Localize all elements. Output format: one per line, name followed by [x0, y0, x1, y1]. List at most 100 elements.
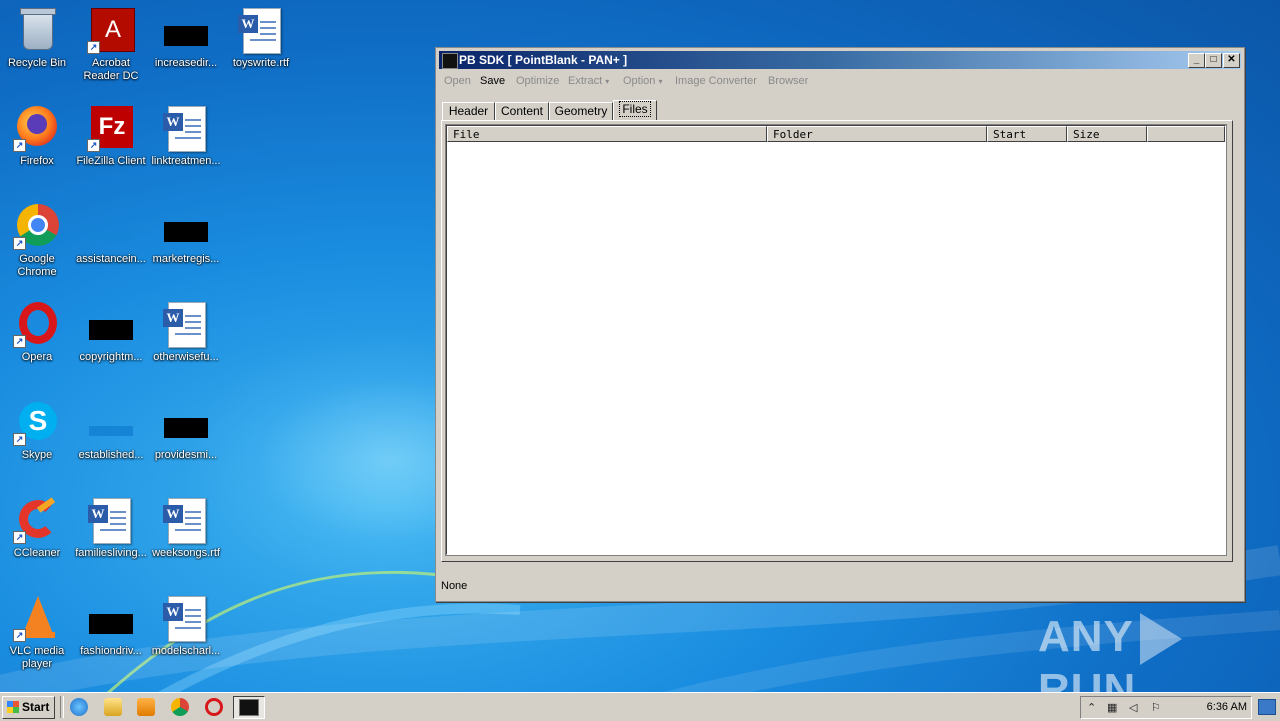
desktop-icon-modelscharl[interactable]: W modelscharl...: [149, 594, 223, 658]
desktop-icon-marketregis[interactable]: marketregis...: [149, 202, 223, 266]
desktop-icon-label: assistancein...: [76, 253, 146, 265]
system-tray: ⌃ ▦ ◁ ⚐ 6:36 AM: [1080, 696, 1252, 719]
ccleaner-icon: ↗: [13, 496, 61, 544]
column-header-size[interactable]: Size: [1067, 126, 1147, 142]
desktop-icon-label: fashiondriv...: [80, 645, 142, 657]
blank-file-icon: [87, 202, 135, 250]
desktop-icon-label: linktreatmen...: [151, 155, 221, 167]
desktop-icon-label: modelscharl...: [151, 645, 221, 657]
blank-file-icon: [162, 6, 210, 54]
menu-image-converter[interactable]: Image Converter: [675, 75, 757, 87]
maximize-button[interactable]: □: [1205, 53, 1222, 68]
chrome-taskbar-icon[interactable]: [171, 698, 189, 716]
minimize-button[interactable]: _: [1188, 53, 1205, 68]
title-bar[interactable]: PB SDK [ PointBlank - PAN+ ] _ □ ✕: [439, 51, 1241, 69]
word-document-icon: W: [87, 496, 135, 544]
desktop-icon-label: established...: [78, 449, 144, 461]
minimize-icon: _: [1193, 54, 1200, 65]
menu-browser[interactable]: Browser: [768, 75, 808, 87]
filezilla-icon: Fz ↗: [87, 104, 135, 152]
menu-extract-label: Extract: [568, 75, 603, 87]
desktop-icon-label: Opera: [21, 351, 53, 363]
menu-save[interactable]: Save: [480, 75, 505, 87]
desktop-icon-opera[interactable]: ↗ Opera: [0, 300, 74, 364]
pb-sdk-window: PB SDK [ PointBlank - PAN+ ] _ □ ✕ Open …: [435, 47, 1245, 602]
desktop-icon-ccleaner[interactable]: ↗ CCleaner: [0, 496, 74, 560]
desktop-icon-label-line1: Acrobat: [92, 57, 130, 69]
desktop-icon-copyrightm[interactable]: copyrightm...: [74, 300, 148, 364]
show-desktop-button[interactable]: [1258, 699, 1276, 715]
start-label: Start: [22, 700, 50, 714]
desktop-icon-vlc[interactable]: ↗ VLC media player: [0, 594, 74, 671]
action-center-flag-icon[interactable]: ⚐: [1151, 701, 1161, 714]
tab-content[interactable]: Content: [495, 102, 549, 120]
start-button[interactable]: Start: [2, 696, 55, 719]
recycle-bin-icon: [13, 6, 61, 54]
play-icon: [1139, 613, 1182, 666]
column-header-file[interactable]: File: [447, 126, 767, 142]
desktop-icon-label: toyswrite.rtf: [232, 57, 290, 69]
window-title: PB SDK [ PointBlank - PAN+ ]: [459, 53, 628, 67]
desktop-icon-recycle-bin[interactable]: Recycle Bin: [0, 6, 74, 70]
taskbar-divider: [60, 696, 64, 718]
taskbar-pb-sdk[interactable]: [233, 696, 265, 719]
menu-option[interactable]: Option ▾: [623, 75, 663, 87]
desktop-icon-toyswrite[interactable]: W toyswrite.rtf: [224, 6, 298, 70]
menu-open[interactable]: Open: [444, 75, 471, 87]
watermark-left: ANY: [1038, 612, 1134, 661]
desktop-icon-established[interactable]: established...: [74, 398, 148, 462]
status-text: None: [441, 580, 468, 592]
desktop-icon-label: familiesliving...: [75, 547, 147, 559]
desktop-icon-filezilla[interactable]: Fz ↗ FileZilla Client: [74, 104, 148, 168]
pb-sdk-icon: [239, 699, 259, 716]
desktop-icon-linktreatmen[interactable]: W linktreatmen...: [149, 104, 223, 168]
volume-icon[interactable]: ◁: [1129, 701, 1137, 714]
desktop-icon-label-line1: VLC media: [9, 645, 65, 657]
desktop-icon-label-line2: Chrome: [17, 266, 57, 278]
desktop-icon-otherwisefu[interactable]: W otherwisefu...: [149, 300, 223, 364]
desktop-icon-label: otherwisefu...: [153, 351, 219, 363]
tab-header[interactable]: Header: [442, 102, 495, 120]
app-icon[interactable]: [442, 53, 458, 69]
desktop-icon-label: marketregis...: [152, 253, 220, 265]
desktop-icon-increasedir[interactable]: increasedir...: [149, 6, 223, 70]
tab-geometry[interactable]: Geometry: [549, 102, 613, 120]
show-hidden-icons-icon[interactable]: ⌃: [1087, 701, 1096, 714]
word-document-icon: W: [162, 104, 210, 152]
files-list[interactable]: File Folder Start Size: [445, 124, 1227, 556]
desktop-icon-firefox[interactable]: ↗ Firefox: [0, 104, 74, 168]
desktop-icon-label: Recycle Bin: [7, 57, 67, 69]
desktop-icon-assistancein[interactable]: assistancein...: [74, 202, 148, 266]
desktop-icon-weeksongs[interactable]: W weeksongs.rtf: [149, 496, 223, 560]
close-icon: ✕: [1227, 54, 1236, 65]
network-icon[interactable]: ▦: [1107, 701, 1117, 714]
column-header-folder[interactable]: Folder: [767, 126, 987, 142]
close-button[interactable]: ✕: [1223, 53, 1240, 68]
desktop-icon-skype[interactable]: S ↗ Skype: [0, 398, 74, 462]
opera-taskbar-icon[interactable]: [205, 698, 223, 716]
column-header-filler: [1147, 126, 1225, 142]
vlc-icon: ↗: [13, 594, 61, 642]
menu-optimize[interactable]: Optimize: [516, 75, 559, 87]
desktop-icon-label: copyrightm...: [79, 351, 143, 363]
desktop-icon-fashiondriv[interactable]: fashiondriv...: [74, 594, 148, 658]
desktop-icon-google-chrome[interactable]: ↗ Google Chrome: [0, 202, 74, 279]
clock[interactable]: 6:36 AM: [1207, 701, 1247, 713]
maximize-icon: □: [1210, 54, 1217, 65]
menu-extract[interactable]: Extract ▾: [568, 75, 609, 87]
tab-files[interactable]: Files: [613, 100, 657, 120]
column-header-start[interactable]: Start: [987, 126, 1067, 142]
desktop-icon-label: providesmi...: [154, 449, 218, 461]
internet-explorer-icon[interactable]: [70, 698, 88, 716]
desktop-icon-label: Skype: [21, 449, 53, 461]
word-document-icon: W: [162, 496, 210, 544]
desktop-icon-providesmi[interactable]: providesmi...: [149, 398, 223, 462]
blank-file-icon: [87, 594, 135, 642]
desktop-icon-acrobat[interactable]: A ↗ Acrobat Reader DC: [74, 6, 148, 83]
explorer-folder-icon[interactable]: [104, 698, 122, 716]
acrobat-icon: A ↗: [87, 6, 135, 54]
desktop-icon-familiesliving[interactable]: W familiesliving...: [74, 496, 148, 560]
desktop-icon-label: CCleaner: [13, 547, 61, 559]
skype-icon: S ↗: [13, 398, 61, 446]
media-player-icon[interactable]: [137, 698, 155, 716]
